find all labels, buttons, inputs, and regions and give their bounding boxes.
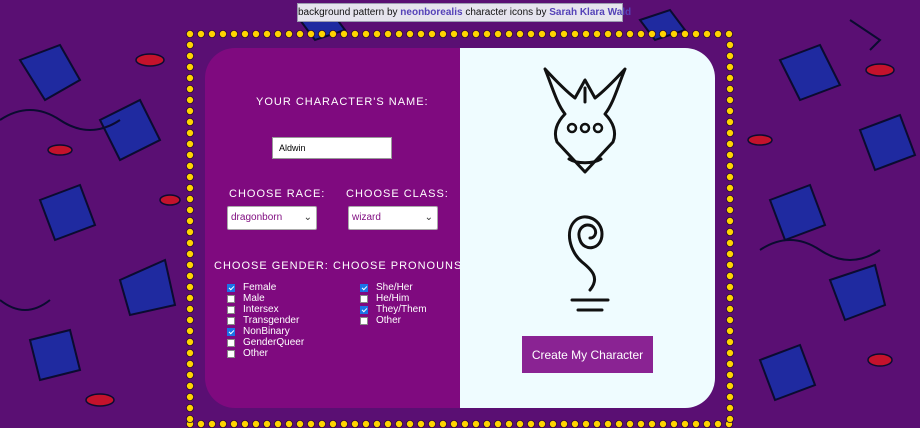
name-input[interactable] <box>272 137 392 159</box>
gender-option-label: Other <box>243 348 269 359</box>
pronoun-option-label: She/Her <box>376 282 413 293</box>
chevron-down-icon: ⌄ <box>424 212 433 223</box>
gender-option-label: GenderQueer <box>243 337 305 348</box>
gender-option-label: Intersex <box>243 304 279 315</box>
wizard-icon <box>567 215 610 312</box>
gender-checkbox[interactable] <box>227 294 235 303</box>
gender-checkbox[interactable] <box>227 305 235 314</box>
gender-checkbox[interactable] <box>227 327 235 336</box>
gender-options: Female Male Intersex Transgender NonBinary Ge… <box>227 282 304 359</box>
pronoun-checkbox[interactable] <box>360 283 368 292</box>
class-select-value: wizard <box>352 212 381 223</box>
icon-author-link[interactable]: Sarah Klara Wald <box>549 7 631 18</box>
gender-checkbox[interactable] <box>227 349 235 358</box>
create-character-button[interactable]: Create My Character <box>522 336 653 373</box>
gender-option[interactable]: Transgender <box>227 315 304 326</box>
pronoun-checkbox[interactable] <box>360 316 368 325</box>
name-label: YOUR CHARACTER'S NAME: <box>256 96 429 108</box>
race-label: CHOOSE RACE: <box>229 188 326 200</box>
character-card: YOUR CHARACTER'S NAME: CHOOSE RACE: CHOO… <box>205 48 715 408</box>
gender-option[interactable]: Female <box>227 282 304 293</box>
credit-middle: character icons by <box>465 7 547 18</box>
race-select-value: dragonborn <box>231 212 283 223</box>
gender-option-label: NonBinary <box>243 326 290 337</box>
gender-option-label: Female <box>243 282 277 293</box>
gender-option[interactable]: NonBinary <box>227 326 304 337</box>
pronoun-checkbox[interactable] <box>360 305 368 314</box>
gender-option-label: Male <box>243 293 265 304</box>
pronoun-option-label: He/Him <box>376 293 410 304</box>
chevron-down-icon: ⌄ <box>303 212 312 223</box>
pronoun-option[interactable]: She/Her <box>360 282 427 293</box>
pattern-author-link[interactable]: neonborealis <box>400 7 462 18</box>
pronoun-option[interactable]: They/Them <box>360 304 427 315</box>
pronoun-option-label: They/Them <box>376 304 427 315</box>
pronoun-option[interactable]: He/Him <box>360 293 427 304</box>
race-select[interactable]: dragonborn ⌄ <box>227 206 317 230</box>
pronoun-option-label: Other <box>376 315 402 326</box>
form-panel: YOUR CHARACTER'S NAME: CHOOSE RACE: CHOO… <box>205 48 465 408</box>
gender-option[interactable]: GenderQueer <box>227 337 304 348</box>
class-select[interactable]: wizard ⌄ <box>348 206 438 230</box>
gender-option[interactable]: Intersex <box>227 304 304 315</box>
gender-option-label: Transgender <box>243 315 300 326</box>
pronoun-options: She/Her He/Him They/Them Other <box>360 282 427 326</box>
pronoun-option[interactable]: Other <box>360 315 427 326</box>
gender-option[interactable]: Other <box>227 348 304 359</box>
gender-checkbox[interactable] <box>227 316 235 325</box>
dragonborn-icon <box>543 67 627 174</box>
gender-label: CHOOSE GENDER: <box>214 260 329 272</box>
pronouns-label: CHOOSE PRONOUNS: <box>333 260 467 272</box>
pronoun-checkbox[interactable] <box>360 294 368 303</box>
preview-panel: Create My Character <box>460 48 715 408</box>
gender-checkbox[interactable] <box>227 338 235 347</box>
credit-banner: background pattern by neonborealis chara… <box>297 3 631 22</box>
class-label: CHOOSE CLASS: <box>346 188 449 200</box>
gender-checkbox[interactable] <box>227 283 235 292</box>
gender-option[interactable]: Male <box>227 293 304 304</box>
credit-prefix: background pattern by <box>298 7 398 18</box>
